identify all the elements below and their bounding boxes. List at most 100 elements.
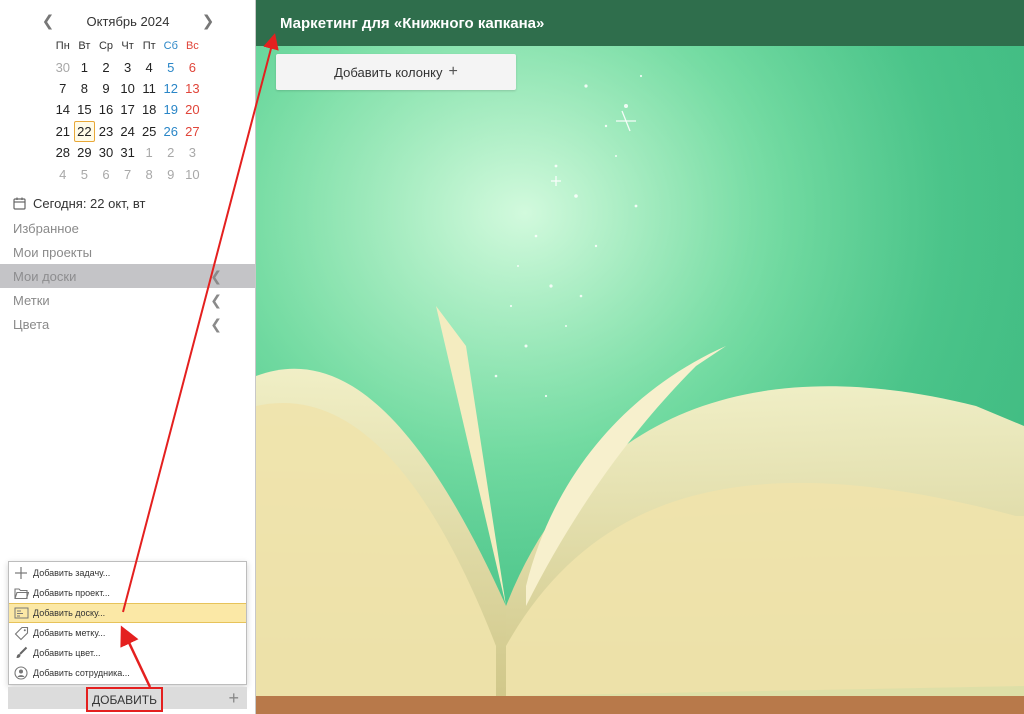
add-column-label: Добавить колонку [334, 64, 443, 80]
board-area: Маркетинг для «Книжного капкана» Добавит… [256, 0, 1024, 714]
calendar-day[interactable]: 29 [74, 142, 96, 163]
calendar-day[interactable]: 3 [182, 142, 204, 163]
calendar-day[interactable]: 19 [160, 99, 182, 120]
weekday-label: Пн [55, 39, 70, 52]
chevron-left-icon: ❮ [210, 267, 222, 284]
calendar-day[interactable]: 26 [160, 121, 182, 142]
brush-icon [9, 643, 33, 663]
calendar-day[interactable]: 7 [52, 78, 74, 99]
calendar-day[interactable]: 1 [138, 142, 160, 163]
calendar-day[interactable]: 18 [138, 99, 160, 120]
menu-item-label: Добавить сотрудника... [33, 668, 130, 678]
chevron-left-icon: ❮ [210, 315, 222, 332]
calendar-day[interactable]: 6 [95, 163, 117, 184]
menu-item-label: Добавить задачу... [33, 568, 111, 578]
calendar-day[interactable]: 9 [95, 78, 117, 99]
calendar-day[interactable]: 5 [160, 56, 182, 77]
plus-icon: + [448, 63, 458, 80]
next-month-icon[interactable]: ❯ [200, 12, 216, 30]
menu-item-label: Добавить метку... [33, 628, 106, 638]
weekday-label: Вс [185, 39, 199, 52]
add-color-menu-item[interactable]: Добавить цвет... [9, 643, 246, 663]
sidebar-item-my-boards[interactable]: Мои доски ❮ [0, 264, 255, 288]
weekday-label: Ср [98, 39, 114, 52]
calendar-day[interactable]: 11 [138, 78, 160, 99]
calendar-day[interactable]: 23 [95, 121, 117, 142]
sidebar-nav: Избранное Мои проекты Мои доски ❮ Метки … [0, 216, 255, 336]
add-button[interactable]: ДОБАВИТЬ [86, 687, 163, 712]
board-title: Маркетинг для «Книжного капкана» [280, 14, 545, 32]
weekday-label: Вт [78, 39, 91, 52]
calendar-month-title: Октябрь 2024 [86, 13, 170, 29]
calendar-day[interactable]: 21 [52, 121, 74, 142]
board-icon [9, 603, 33, 623]
prev-month-icon[interactable]: ❮ [40, 12, 56, 30]
plus-icon [9, 563, 33, 583]
calendar-day[interactable]: 14 [52, 99, 74, 120]
calendar-day[interactable]: 10 [117, 78, 139, 99]
sidebar-item-label: Мои проекты [13, 244, 92, 260]
sidebar-item-colors[interactable]: Цвета ❮ [0, 312, 255, 336]
board-background-image [256, 46, 1024, 714]
sidebar-item-my-projects[interactable]: Мои проекты [0, 240, 255, 264]
today-link[interactable]: Сегодня: 22 окт, вт [13, 196, 146, 211]
weekday-label: Сб [163, 39, 178, 52]
calendar-day[interactable]: 25 [138, 121, 160, 142]
today-label: Сегодня: 22 окт, вт [33, 196, 146, 211]
tag-icon [9, 623, 33, 643]
calendar-day[interactable]: 8 [138, 163, 160, 184]
calendar-day[interactable]: 9 [160, 163, 182, 184]
calendar-icon [13, 197, 26, 210]
calendar-day[interactable]: 12 [160, 78, 182, 99]
weekday-label: Чт [121, 39, 134, 52]
add-task-menu-item[interactable]: Добавить задачу... [9, 563, 246, 583]
calendar-day[interactable]: 13 [182, 78, 204, 99]
sidebar-item-label: Избранное [13, 220, 79, 236]
add-board-menu-item[interactable]: Добавить доску... [9, 603, 246, 623]
weekday-label: Пт [142, 39, 156, 52]
calendar-day[interactable]: 3 [117, 56, 139, 77]
sidebar-item-label: Метки [13, 292, 50, 308]
calendar-day[interactable]: 4 [138, 56, 160, 77]
calendar-day[interactable]: 24 [117, 121, 139, 142]
board-header: Маркетинг для «Книжного капкана» [256, 0, 1024, 46]
calendar-day[interactable]: 10 [182, 163, 204, 184]
add-tag-menu-item[interactable]: Добавить метку... [9, 623, 246, 643]
sidebar: ❮ Октябрь 2024 ❯ Пн Вт Ср Чт Пт Сб Вс 30… [0, 0, 256, 714]
menu-item-label: Добавить проект... [33, 588, 110, 598]
calendar-day[interactable]: 31 [117, 142, 139, 163]
calendar-day[interactable]: 5 [74, 163, 96, 184]
sidebar-item-favorites[interactable]: Избранное [0, 216, 255, 240]
calendar-day-selected[interactable]: 22 [73, 120, 96, 142]
sidebar-item-tags[interactable]: Метки ❮ [0, 288, 255, 312]
calendar-day[interactable]: 7 [117, 163, 139, 184]
chevron-left-icon: ❮ [210, 291, 222, 308]
calendar-day[interactable]: 2 [160, 142, 182, 163]
calendar-day[interactable]: 30 [95, 142, 117, 163]
add-column-button[interactable]: Добавить колонку + [276, 54, 516, 90]
calendar-day[interactable]: 30 [52, 56, 74, 77]
calendar-day[interactable]: 27 [182, 121, 204, 142]
menu-item-label: Добавить доску... [33, 608, 106, 618]
plus-icon[interactable]: + [228, 689, 239, 707]
calendar-day[interactable]: 28 [52, 142, 74, 163]
add-employee-menu-item[interactable]: Добавить сотрудника... [9, 663, 246, 683]
calendar-header: ❮ Октябрь 2024 ❯ [40, 11, 216, 31]
calendar-day[interactable]: 4 [52, 163, 74, 184]
calendar-day[interactable]: 17 [117, 99, 139, 120]
sidebar-item-label: Мои доски [13, 268, 77, 284]
menu-item-label: Добавить цвет... [33, 648, 101, 658]
add-menu: Добавить задачу... Добавить проект... До… [8, 561, 247, 685]
calendar-day[interactable]: 20 [182, 99, 204, 120]
calendar-day[interactable]: 1 [74, 56, 96, 77]
sidebar-item-label: Цвета [13, 316, 50, 332]
user-icon [9, 663, 33, 683]
calendar-grid: Пн Вт Ср Чт Пт Сб Вс 30 1 2 3 4 5 6 7 8 … [52, 35, 203, 185]
add-project-menu-item[interactable]: Добавить проект... [9, 583, 246, 603]
calendar-day[interactable]: 16 [95, 99, 117, 120]
folder-icon [9, 583, 33, 603]
calendar-day[interactable]: 6 [182, 56, 204, 77]
calendar-day[interactable]: 15 [74, 99, 96, 120]
calendar-day[interactable]: 8 [74, 78, 96, 99]
calendar-day[interactable]: 2 [95, 56, 117, 77]
